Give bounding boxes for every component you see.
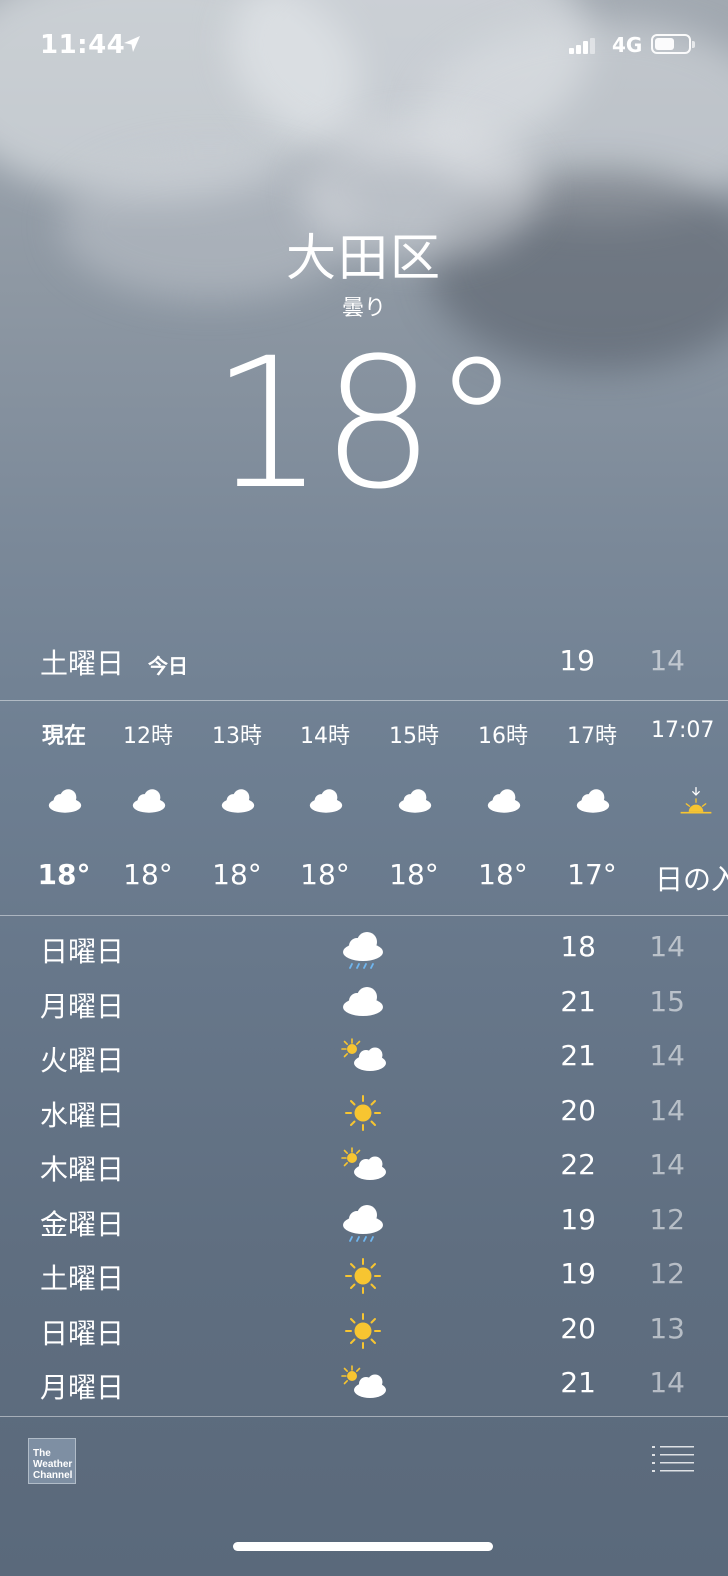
daily-day-name: 月曜日	[40, 989, 125, 1023]
weather-channel-logo[interactable]: The Weather Channel	[28, 1438, 76, 1484]
daily-high: 20	[560, 1311, 596, 1345]
daily-low: 14	[649, 1148, 685, 1181]
sun-icon	[338, 1255, 388, 1297]
daily-high: 21	[560, 1039, 596, 1072]
hourly-item: 13時 18°	[193, 702, 281, 914]
sun-icon	[338, 1310, 388, 1352]
daily-low: 15	[649, 984, 685, 1018]
hourly-temperature: 18°	[389, 858, 439, 891]
status-time: 11:44	[40, 30, 126, 60]
hourly-item: 現在 18°	[20, 702, 108, 914]
daily-day-name: 金曜日	[40, 1207, 125, 1241]
cellular-signal-icon	[569, 34, 595, 54]
sunset-icon	[675, 786, 717, 818]
rain-cloud-icon	[338, 1201, 388, 1243]
today-day-name: 土曜日	[40, 647, 125, 680]
today-low: 14	[649, 644, 685, 677]
hourly-item: 14時 18°	[281, 702, 369, 914]
daily-row: 金曜日 19 12	[0, 1195, 728, 1249]
current-condition: 曇り	[341, 296, 386, 321]
daily-low: 13	[649, 1311, 685, 1345]
divider-middle	[0, 915, 728, 916]
daily-day-name: 日曜日	[40, 935, 125, 968]
daily-low: 14	[649, 930, 685, 963]
hourly-item: 12時 18°	[104, 702, 192, 914]
partly-cloudy-icon	[338, 1364, 388, 1406]
daily-low: 14	[649, 1039, 685, 1072]
battery-icon	[651, 34, 695, 54]
daily-row: 月曜日 21 15	[0, 977, 728, 1031]
divider-top	[0, 700, 728, 701]
cloud-icon	[44, 786, 86, 818]
rain-cloud-icon	[338, 928, 388, 970]
daily-day-name: 木曜日	[40, 1153, 125, 1186]
hourly-temperature: 18°	[300, 858, 350, 891]
cloud-icon	[483, 786, 525, 818]
current-temperature: 18°	[210, 320, 521, 529]
daily-row: 日曜日 18 14	[0, 922, 728, 976]
hourly-temperature: 日の入	[655, 863, 728, 896]
hourly-time-label: 15時	[389, 724, 439, 749]
daily-high: 19	[560, 1202, 596, 1236]
cloud-icon	[128, 786, 170, 818]
cloud-icon	[305, 786, 347, 818]
daily-day-name: 土曜日	[40, 1262, 125, 1295]
daily-high: 18	[560, 930, 596, 963]
sun-icon	[338, 1092, 388, 1134]
daily-day-name: 水曜日	[40, 1098, 125, 1132]
hourly-item: 17時 17°	[548, 702, 636, 914]
daily-row: 日曜日 20 13	[0, 1304, 728, 1358]
daily-high: 20	[560, 1093, 596, 1127]
hourly-time-label: 16時	[478, 724, 528, 749]
daily-row: 水曜日 20 14	[0, 1086, 728, 1140]
hourly-item: 16時 18°	[459, 702, 547, 914]
daily-low: 14	[649, 1093, 685, 1127]
list-icon[interactable]	[652, 1445, 694, 1473]
daily-row: 木曜日 22 14	[0, 1140, 728, 1194]
cloud-icon	[394, 786, 436, 818]
hourly-temperature: 17°	[567, 858, 617, 891]
city-name: 大田区	[286, 229, 442, 287]
today-high: 19	[559, 644, 595, 677]
daily-high: 22	[560, 1148, 596, 1181]
daily-day-name: 火曜日	[40, 1044, 125, 1077]
daily-high: 19	[560, 1257, 596, 1290]
status-bar: 11:44 4G	[0, 0, 728, 90]
hourly-time-label: 17時	[567, 724, 617, 749]
today-summary: 土曜日 今日 19 14	[0, 640, 728, 684]
divider-bottom	[0, 1416, 728, 1417]
cloud-icon	[572, 786, 614, 818]
network-type: 4G	[612, 33, 643, 57]
hourly-time-label: 17:07	[651, 718, 715, 743]
hourly-temperature: 18°	[123, 858, 173, 891]
daily-day-name: 月曜日	[40, 1371, 125, 1404]
partly-cloudy-icon	[338, 1146, 388, 1188]
cloud-icon	[217, 786, 259, 818]
hourly-time-label: 13時	[212, 724, 262, 749]
daily-high: 21	[560, 984, 596, 1018]
hourly-item: 17:07 日の入	[651, 702, 728, 914]
hourly-temperature: 18°	[37, 858, 91, 891]
hourly-time-label: 14時	[300, 724, 350, 749]
daily-row: 月曜日 21 14	[0, 1358, 728, 1412]
daily-low: 14	[649, 1366, 685, 1399]
hourly-forecast[interactable]: 現在 18° 12時 18° 13時 18° 14時 18° 15時 18° 16時 18° 17時 17…	[0, 702, 728, 914]
hourly-time-label: 12時	[123, 724, 173, 749]
daily-high: 21	[560, 1366, 596, 1399]
partly-cloudy-icon	[338, 1037, 388, 1079]
today-badge: 今日	[148, 654, 188, 678]
daily-low: 12	[649, 1257, 685, 1290]
daily-low: 12	[649, 1202, 685, 1236]
daily-row: 火曜日 21 14	[0, 1031, 728, 1085]
hourly-temperature: 18°	[478, 858, 528, 891]
home-indicator[interactable]	[233, 1542, 493, 1551]
hourly-temperature: 18°	[212, 858, 262, 891]
daily-day-name: 日曜日	[40, 1316, 125, 1350]
hourly-item: 15時 18°	[370, 702, 458, 914]
location-arrow-icon	[124, 36, 140, 52]
cloud-icon	[338, 983, 388, 1025]
daily-row: 土曜日 19 12	[0, 1249, 728, 1303]
hourly-time-label: 現在	[41, 724, 86, 749]
